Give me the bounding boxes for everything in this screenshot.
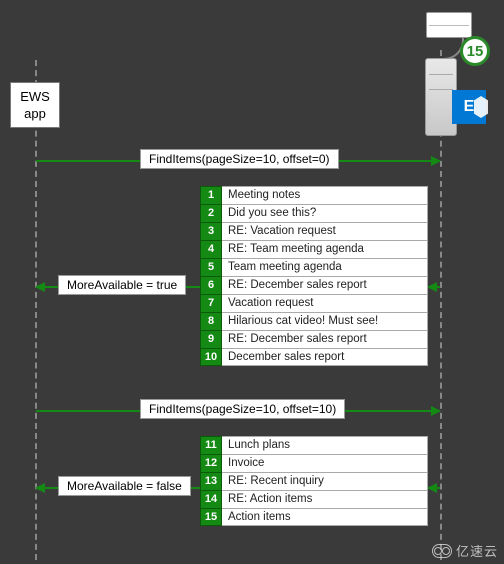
- table-row: 4RE: Team meeting agenda: [200, 240, 428, 258]
- actor-client-label-2: app: [11, 106, 59, 123]
- row-index: 9: [200, 330, 222, 348]
- arrowhead-left-icon: [427, 282, 437, 292]
- table-row: 1Meeting notes: [200, 186, 428, 204]
- label-request-2: FindItems(pageSize=10, offset=10): [140, 399, 345, 419]
- arrowhead-right-icon: [431, 406, 441, 416]
- sequence-diagram: EWS app 15 E FindItems(pageSize=10, offs…: [0, 0, 504, 564]
- table-row: 11Lunch plans: [200, 436, 428, 454]
- row-index: 4: [200, 240, 222, 258]
- label-request-1: FindItems(pageSize=10, offset=0): [140, 149, 339, 169]
- row-index: 5: [200, 258, 222, 276]
- row-subject: Invoice: [222, 454, 428, 472]
- arrow-response-2-right: [428, 487, 440, 489]
- row-subject: Did you see this?: [222, 204, 428, 222]
- mailbox-icon: [426, 12, 472, 38]
- row-index: 14: [200, 490, 222, 508]
- exchange-logo-icon: E: [452, 90, 486, 124]
- row-subject: Meeting notes: [222, 186, 428, 204]
- table-row: 6RE: December sales report: [200, 276, 428, 294]
- actor-client-label-1: EWS: [11, 89, 59, 106]
- row-index: 15: [200, 508, 222, 526]
- row-index: 10: [200, 348, 222, 366]
- table-row: 12Invoice: [200, 454, 428, 472]
- mailbox-count-badge: 15: [460, 36, 490, 66]
- row-subject: RE: Team meeting agenda: [222, 240, 428, 258]
- row-index: 13: [200, 472, 222, 490]
- row-subject: RE: Action items: [222, 490, 428, 508]
- row-subject: RE: Vacation request: [222, 222, 428, 240]
- row-subject: RE: Recent inquiry: [222, 472, 428, 490]
- actor-client: EWS app: [10, 82, 60, 128]
- result-table-2: 11Lunch plans12Invoice13RE: Recent inqui…: [200, 436, 428, 526]
- table-row: 15Action items: [200, 508, 428, 526]
- table-row: 5Team meeting agenda: [200, 258, 428, 276]
- row-subject: Vacation request: [222, 294, 428, 312]
- watermark: 亿速云: [432, 541, 498, 560]
- row-subject: Lunch plans: [222, 436, 428, 454]
- row-index: 7: [200, 294, 222, 312]
- table-row: 3RE: Vacation request: [200, 222, 428, 240]
- row-subject: RE: December sales report: [222, 330, 428, 348]
- arrowhead-left-icon: [427, 483, 437, 493]
- table-row: 7Vacation request: [200, 294, 428, 312]
- watermark-text: 亿速云: [456, 541, 498, 560]
- watermark-icon: [432, 544, 452, 558]
- row-subject: Hilarious cat video! Must see!: [222, 312, 428, 330]
- arrowhead-left-icon: [35, 483, 45, 493]
- row-index: 11: [200, 436, 222, 454]
- table-row: 2Did you see this?: [200, 204, 428, 222]
- row-subject: December sales report: [222, 348, 428, 366]
- row-index: 2: [200, 204, 222, 222]
- table-row: 10December sales report: [200, 348, 428, 366]
- exchange-logo-letter: E: [464, 98, 475, 116]
- row-index: 12: [200, 454, 222, 472]
- table-row: 13RE: Recent inquiry: [200, 472, 428, 490]
- row-index: 6: [200, 276, 222, 294]
- row-subject: Team meeting agenda: [222, 258, 428, 276]
- row-index: 1: [200, 186, 222, 204]
- row-index: 8: [200, 312, 222, 330]
- label-response-1: MoreAvailable = true: [58, 275, 186, 295]
- row-subject: Action items: [222, 508, 428, 526]
- table-row: 14RE: Action items: [200, 490, 428, 508]
- arrow-response-1-right: [428, 286, 440, 288]
- label-response-2: MoreAvailable = false: [58, 476, 191, 496]
- result-table-1: 1Meeting notes2Did you see this?3RE: Vac…: [200, 186, 428, 366]
- arrowhead-right-icon: [431, 156, 441, 166]
- table-row: 9RE: December sales report: [200, 330, 428, 348]
- row-subject: RE: December sales report: [222, 276, 428, 294]
- row-index: 3: [200, 222, 222, 240]
- table-row: 8Hilarious cat video! Must see!: [200, 312, 428, 330]
- arrowhead-left-icon: [35, 282, 45, 292]
